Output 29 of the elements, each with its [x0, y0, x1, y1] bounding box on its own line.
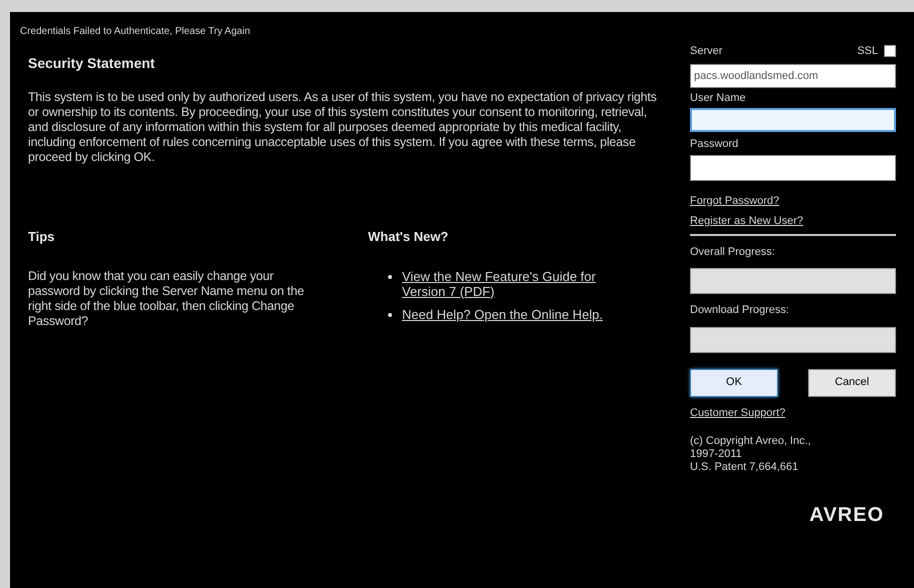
ok-button[interactable]: OK [690, 368, 778, 396]
username-field[interactable] [690, 108, 896, 132]
ssl-checkbox[interactable] [884, 45, 896, 58]
link[interactable]: Customer Support? [690, 406, 786, 418]
bullet-icon [388, 274, 392, 278]
logo: AVREO [809, 503, 884, 528]
field-label: User Name [690, 90, 747, 106]
field-label: Server [690, 44, 722, 59]
copyright-text: U.S. Patent 7,664,661 [690, 461, 800, 474]
link[interactable]: Need Help? Open the Online Help. [402, 306, 632, 322]
error-message: Credentials Failed to Authenticate, Please Try Again [19, 25, 252, 39]
section-heading: What's New? [368, 228, 450, 246]
link[interactable]: View the New Feature's Guide for Version 7 (PDF) [402, 268, 632, 298]
field-label: Password [690, 137, 740, 152]
link[interactable]: Forgot Password? [690, 192, 780, 209]
copyright-text: (c) Copyright Avreo, Inc., [690, 435, 812, 448]
section-heading: Tips [28, 228, 56, 246]
tips-text: Did you know that you can easily change your password by clicking the Server Name menu on the right side of the blue toolbar, then clicking Change Password? [28, 268, 305, 328]
section-heading: Security Statement [28, 54, 156, 73]
bullet-icon [388, 312, 392, 316]
field-label: Download Progress: [690, 303, 790, 318]
link[interactable]: Register as New User? [690, 213, 804, 230]
copyright-text: 1997-2011 [690, 448, 743, 461]
security-statement-text: This system is to be used only by authorized users. As a user of this system, you have no expectation of privacy rights or ownership to its contents. By proceeding, your use of this system constitutes your consent to monitoring, retrieval, and disclosure of any information within this system for all purposes deemed appropriate by this medical facility, including enforcement of rules concerning unacceptable uses of this system. If you agree with these terms, please proceed by clicking OK. [28, 90, 658, 165]
cancel-button[interactable]: Cancel [808, 368, 896, 396]
field-label: SSL [857, 44, 878, 59]
server-field[interactable]: pacs.woodlandsmed.com [690, 64, 896, 88]
password-field[interactable] [690, 154, 896, 180]
field-label: Overall Progress: [690, 244, 776, 260]
